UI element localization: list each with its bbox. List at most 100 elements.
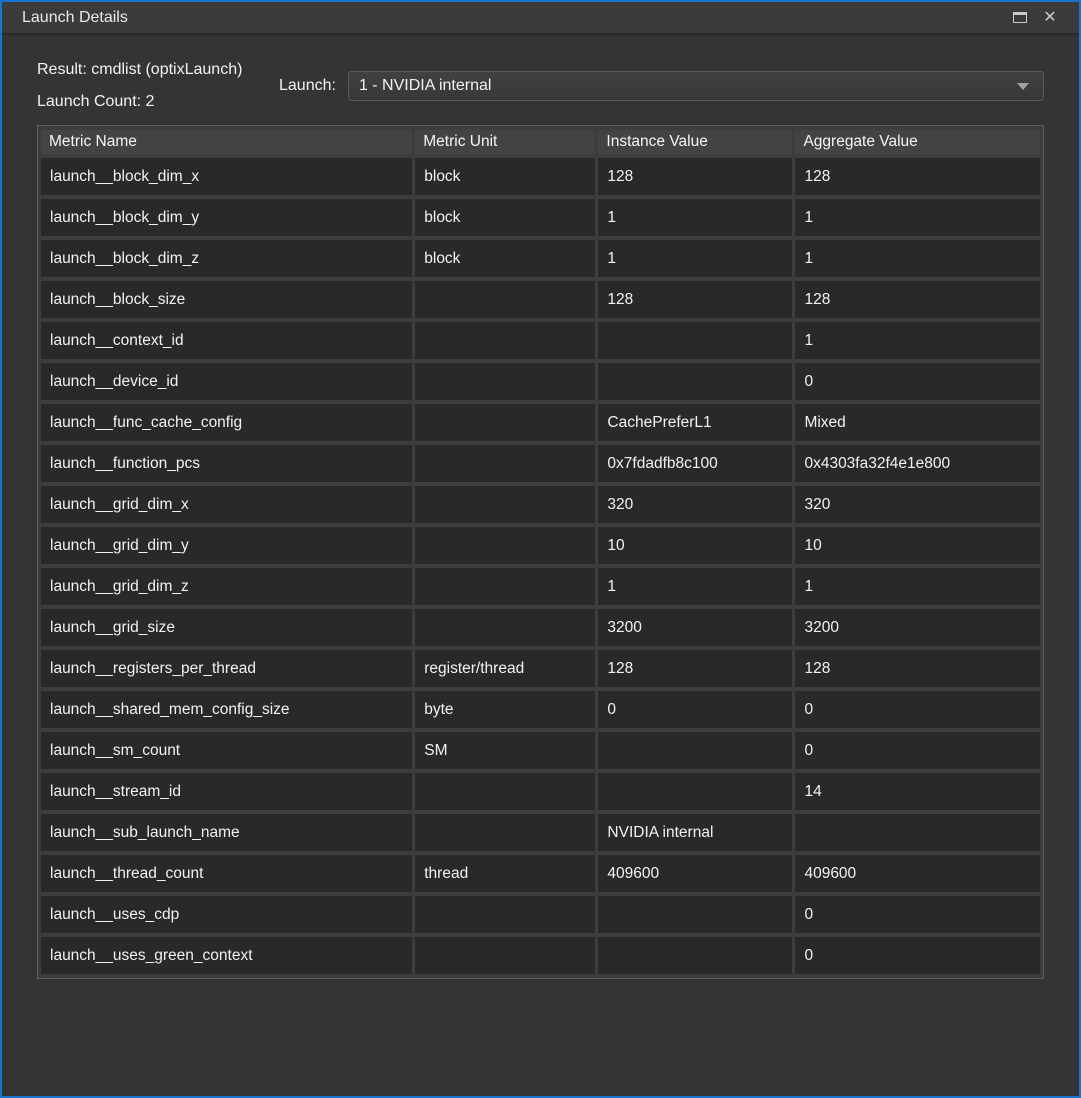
table-cell: CachePreferL1 (598, 404, 792, 441)
table-cell: 0 (795, 937, 1040, 974)
table-row[interactable]: launch__grid_dim_x320320 (41, 486, 1040, 523)
table-row[interactable]: launch__grid_size32003200 (41, 609, 1040, 646)
table-cell: Mixed (795, 404, 1040, 441)
table-cell: 320 (795, 486, 1040, 523)
table-row[interactable]: launch__sm_countSM0 (41, 732, 1040, 769)
table-cell: 128 (598, 158, 792, 195)
table-row[interactable]: launch__grid_dim_z 11 (41, 568, 1040, 605)
table-row[interactable]: launch__func_cache_configCachePreferL1Mi… (41, 404, 1040, 441)
table-cell: launch__shared_mem_config_size (41, 691, 412, 728)
table-cell: launch__function_pcs (41, 445, 412, 482)
table-cell (415, 527, 595, 564)
metrics-table-container: Metric Name Metric Unit Instance Value A… (37, 125, 1044, 979)
table-cell: 0 (598, 691, 792, 728)
maximize-icon (1013, 12, 1027, 23)
titlebar[interactable]: Launch Details ✕ (2, 2, 1079, 35)
table-row[interactable]: launch__uses_green_context 0 (41, 937, 1040, 974)
table-cell: block (415, 158, 595, 195)
table-cell: launch__grid_dim_x (41, 486, 412, 523)
table-cell: launch__block_dim_z (41, 240, 412, 277)
launch-details-window: Launch Details ✕ Result: cmdlist (optixL… (0, 0, 1081, 1098)
table-cell: thread (415, 855, 595, 892)
table-cell: 128 (598, 281, 792, 318)
table-cell: 409600 (795, 855, 1040, 892)
table-cell: 0x7fdadfb8c100 (598, 445, 792, 482)
table-row[interactable]: launch__thread_countthread409600409600 (41, 855, 1040, 892)
table-cell: 0 (795, 691, 1040, 728)
column-header-instance-value[interactable]: Instance Value (598, 130, 792, 154)
result-label: Result: cmdlist (optixLaunch) (37, 61, 277, 79)
table-cell: 10 (598, 527, 792, 564)
table-row[interactable]: launch__function_pcs0x7fdadfb8c1000x4303… (41, 445, 1040, 482)
table-cell: 1 (795, 568, 1040, 605)
table-cell (415, 363, 595, 400)
table-cell: byte (415, 691, 595, 728)
window-title: Launch Details (22, 9, 1005, 27)
close-button[interactable]: ✕ (1035, 5, 1065, 31)
table-cell: register/thread (415, 650, 595, 687)
launch-dropdown[interactable]: 1 - NVIDIA internal (348, 71, 1044, 101)
table-cell (415, 937, 595, 974)
table-cell: 1 (598, 199, 792, 236)
table-cell: 128 (795, 650, 1040, 687)
maximize-button[interactable] (1005, 5, 1035, 31)
table-cell: 0 (795, 363, 1040, 400)
meta-row: Result: cmdlist (optixLaunch) Launch Cou… (37, 61, 1044, 111)
table-cell: launch__grid_dim_y (41, 527, 412, 564)
table-cell (415, 568, 595, 605)
table-row[interactable]: launch__sub_launch_nameNVIDIA internal (41, 814, 1040, 851)
table-row[interactable]: launch__shared_mem_config_sizebyte00 (41, 691, 1040, 728)
table-cell: launch__block_dim_y (41, 199, 412, 236)
table-row[interactable]: launch__block_dim_zblock11 (41, 240, 1040, 277)
table-cell (598, 322, 792, 359)
table-cell (598, 363, 792, 400)
table-cell: 409600 (598, 855, 792, 892)
table-cell: 128 (598, 650, 792, 687)
table-cell (415, 486, 595, 523)
table-row[interactable]: launch__block_dim_xblock128128 (41, 158, 1040, 195)
table-cell (598, 896, 792, 933)
table-cell (415, 404, 595, 441)
table-row[interactable]: launch__uses_cdp 0 (41, 896, 1040, 933)
table-cell: 10 (795, 527, 1040, 564)
table-row[interactable]: launch__stream_id 14 (41, 773, 1040, 810)
table-cell: 128 (795, 158, 1040, 195)
column-header-metric-unit[interactable]: Metric Unit (415, 130, 595, 154)
close-icon: ✕ (1043, 10, 1056, 26)
table-cell: SM (415, 732, 595, 769)
table-cell: launch__uses_cdp (41, 896, 412, 933)
table-cell: 1 (795, 240, 1040, 277)
table-cell: 1 (598, 240, 792, 277)
table-row[interactable]: launch__block_dim_yblock11 (41, 199, 1040, 236)
table-cell: 3200 (795, 609, 1040, 646)
table-row[interactable]: launch__grid_dim_y 1010 (41, 527, 1040, 564)
table-cell: 1 (598, 568, 792, 605)
table-cell: launch__uses_green_context (41, 937, 412, 974)
table-cell: 128 (795, 281, 1040, 318)
column-header-aggregate-value[interactable]: Aggregate Value (795, 130, 1040, 154)
table-cell: launch__thread_count (41, 855, 412, 892)
table-cell: launch__sm_count (41, 732, 412, 769)
table-cell: 0 (795, 896, 1040, 933)
table-cell: launch__registers_per_thread (41, 650, 412, 687)
table-row[interactable]: launch__context_id1 (41, 322, 1040, 359)
launch-label: Launch: (279, 77, 336, 95)
table-cell: launch__block_dim_x (41, 158, 412, 195)
table-row[interactable]: launch__block_size128128 (41, 281, 1040, 318)
table-row[interactable]: launch__device_id0 (41, 363, 1040, 400)
table-cell (415, 445, 595, 482)
table-cell (415, 814, 595, 851)
table-cell (415, 281, 595, 318)
table-cell: launch__stream_id (41, 773, 412, 810)
chevron-down-icon (1017, 83, 1029, 90)
table-cell (598, 773, 792, 810)
table-cell (415, 773, 595, 810)
column-header-metric-name[interactable]: Metric Name (41, 130, 412, 154)
table-row[interactable]: launch__registers_per_threadregister/thr… (41, 650, 1040, 687)
table-cell: launch__sub_launch_name (41, 814, 412, 851)
metrics-table-body: launch__block_dim_xblock128128launch__bl… (41, 158, 1040, 974)
table-cell: 14 (795, 773, 1040, 810)
table-cell: launch__grid_dim_z (41, 568, 412, 605)
table-cell (415, 609, 595, 646)
table-cell: block (415, 199, 595, 236)
